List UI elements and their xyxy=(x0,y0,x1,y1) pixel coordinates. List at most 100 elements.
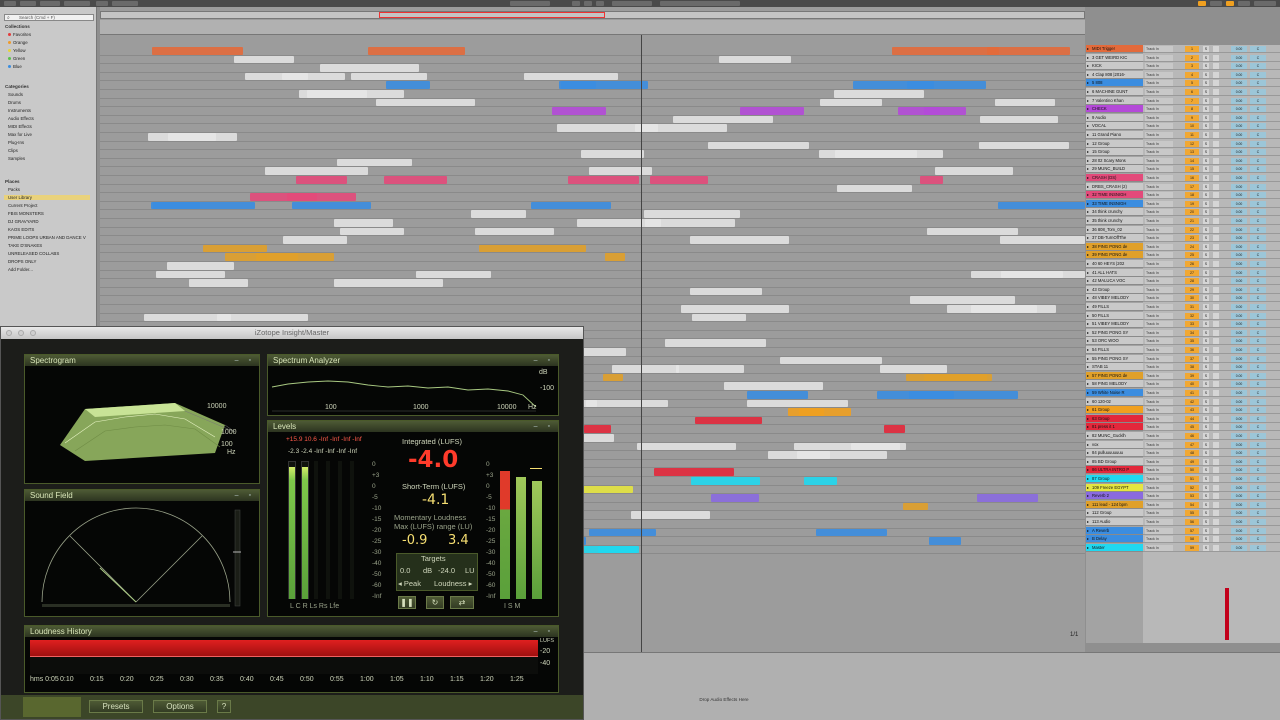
arrangement-clip[interactable] xyxy=(724,382,823,390)
arrangement-clip[interactable] xyxy=(692,313,746,322)
track-input-selector[interactable]: Track In xyxy=(1145,243,1173,250)
track-lane[interactable] xyxy=(100,201,1085,211)
arrangement-clip[interactable] xyxy=(924,107,966,115)
track-activator-button[interactable]: 47 xyxy=(1185,441,1199,448)
track-volume-field[interactable]: 0.00 xyxy=(1231,458,1247,465)
track-input-selector[interactable]: Track In xyxy=(1145,510,1173,517)
track-activator-button[interactable]: 9 xyxy=(1185,114,1199,121)
solo-button[interactable]: S xyxy=(1203,175,1209,181)
arrangement-clip[interactable] xyxy=(998,201,1085,210)
track-input-selector[interactable]: Track In xyxy=(1145,278,1173,285)
arrangement-clip[interactable] xyxy=(250,193,356,201)
arrangement-clip[interactable] xyxy=(804,477,837,485)
arrangement-clip[interactable] xyxy=(416,270,491,279)
record-button[interactable] xyxy=(596,1,604,6)
track-pan-field[interactable]: C xyxy=(1250,80,1266,87)
metronome-button[interactable] xyxy=(96,1,108,6)
arm-button[interactable] xyxy=(1213,433,1219,439)
arrangement-clip[interactable] xyxy=(384,176,447,184)
track-pan-field[interactable]: C xyxy=(1250,192,1266,199)
track-pan-field[interactable]: C xyxy=(1250,415,1266,422)
track-activator-button[interactable]: 37 xyxy=(1185,355,1199,362)
track-input-selector[interactable]: Track In xyxy=(1145,226,1173,233)
minimize-window-button[interactable] xyxy=(18,330,24,336)
arrangement-clip[interactable] xyxy=(156,270,225,279)
track-lane[interactable] xyxy=(100,158,1085,168)
track-activator-button[interactable]: 50 xyxy=(1185,467,1199,474)
arm-button[interactable] xyxy=(1213,183,1219,190)
track-input-selector[interactable]: Track In xyxy=(1145,286,1173,293)
track-volume-field[interactable]: 0.00 xyxy=(1231,338,1247,345)
place-folder[interactable]: KAOS EDITS xyxy=(8,227,34,232)
track-activator-button[interactable]: 5 xyxy=(1185,80,1199,87)
track-pan-field[interactable]: C xyxy=(1250,114,1266,121)
track-input-selector[interactable]: Track In xyxy=(1145,218,1173,224)
track-activator-button[interactable]: 11 xyxy=(1185,132,1199,138)
track-activator-button[interactable]: 16 xyxy=(1185,175,1199,181)
arm-button[interactable] xyxy=(1213,484,1219,491)
track-header[interactable]: 55 PING PONG SY xyxy=(1086,354,1143,363)
category-instruments[interactable]: Instruments xyxy=(8,108,31,113)
track-header[interactable]: 84 pulluuuuuuuu xyxy=(1086,449,1143,458)
arm-button[interactable] xyxy=(1213,269,1219,276)
arrangement-clip[interactable] xyxy=(637,442,736,451)
track-header[interactable]: 41 ALL HATS xyxy=(1086,268,1143,277)
track-header[interactable]: 86 ULTRA INTRO P xyxy=(1086,466,1143,475)
arrangement-clip[interactable] xyxy=(334,279,443,287)
track-pan-field[interactable]: C xyxy=(1250,501,1266,508)
track-lane[interactable] xyxy=(100,64,1085,73)
track-header[interactable]: 59 White Noise R xyxy=(1086,389,1143,397)
solo-button[interactable]: S xyxy=(1203,269,1209,276)
arrangement-clip[interactable] xyxy=(673,115,773,124)
arrangement-clip[interactable] xyxy=(691,477,760,485)
arrangement-clip[interactable] xyxy=(605,253,625,261)
arm-button[interactable] xyxy=(1213,46,1219,52)
arrangement-clip[interactable] xyxy=(681,305,789,313)
track-input-selector[interactable]: Track In xyxy=(1145,295,1173,302)
solo-button[interactable]: S xyxy=(1203,200,1209,207)
arrangement-clip[interactable] xyxy=(799,408,851,416)
track-pan-field[interactable]: C xyxy=(1250,519,1266,525)
track-input-selector[interactable]: Track In xyxy=(1145,424,1173,431)
track-pan-field[interactable]: C xyxy=(1250,321,1266,328)
arrangement-clip[interactable] xyxy=(837,184,912,193)
arrangement-clip[interactable] xyxy=(665,339,766,347)
arrangement-clip[interactable] xyxy=(203,244,267,253)
tempo-field[interactable] xyxy=(40,1,60,6)
arrangement-clip[interactable] xyxy=(568,176,639,184)
track-input-selector[interactable]: Track In xyxy=(1145,312,1173,319)
arrangement-clip[interactable] xyxy=(598,545,639,554)
track-lane[interactable] xyxy=(100,236,1085,245)
track-lane[interactable] xyxy=(100,124,1085,133)
solo-button[interactable]: S xyxy=(1203,467,1209,474)
arm-button[interactable] xyxy=(1213,114,1219,121)
time-signature[interactable] xyxy=(64,1,90,6)
arm-button[interactable] xyxy=(1213,398,1219,405)
track-header[interactable]: vox xyxy=(1086,440,1143,449)
track-activator-button[interactable]: 33 xyxy=(1185,321,1199,328)
solo-button[interactable]: S xyxy=(1203,157,1209,164)
track-input-selector[interactable]: Track In xyxy=(1145,519,1173,525)
solo-button[interactable]: S xyxy=(1203,484,1209,491)
track-input-selector[interactable]: Track In xyxy=(1145,89,1173,95)
arrangement-clip[interactable] xyxy=(719,55,791,64)
track-lane[interactable] xyxy=(100,90,1085,99)
arrangement-clip[interactable] xyxy=(820,98,882,107)
category-drums[interactable]: Drums xyxy=(8,100,21,105)
track-volume-field[interactable]: 0.00 xyxy=(1231,192,1247,199)
track-input-selector[interactable]: Track In xyxy=(1145,415,1173,422)
arrangement-clip[interactable] xyxy=(768,451,830,459)
track-pan-field[interactable]: C xyxy=(1250,476,1266,482)
track-lane[interactable] xyxy=(100,313,1085,323)
track-activator-button[interactable]: 56 xyxy=(1185,519,1199,525)
collection-favorites[interactable]: Favorites xyxy=(8,32,31,37)
arm-button[interactable] xyxy=(1213,390,1219,396)
place-folder[interactable]: DROPS ONLY xyxy=(8,259,36,264)
track-volume-field[interactable]: 0.00 xyxy=(1231,46,1247,52)
track-input-selector[interactable]: Track In xyxy=(1145,364,1173,371)
arm-button[interactable] xyxy=(1213,536,1219,543)
arm-button[interactable] xyxy=(1213,476,1219,482)
solo-button[interactable]: S xyxy=(1203,286,1209,293)
track-activator-button[interactable]: 44 xyxy=(1185,415,1199,422)
track-input-selector[interactable]: Track In xyxy=(1145,372,1173,379)
